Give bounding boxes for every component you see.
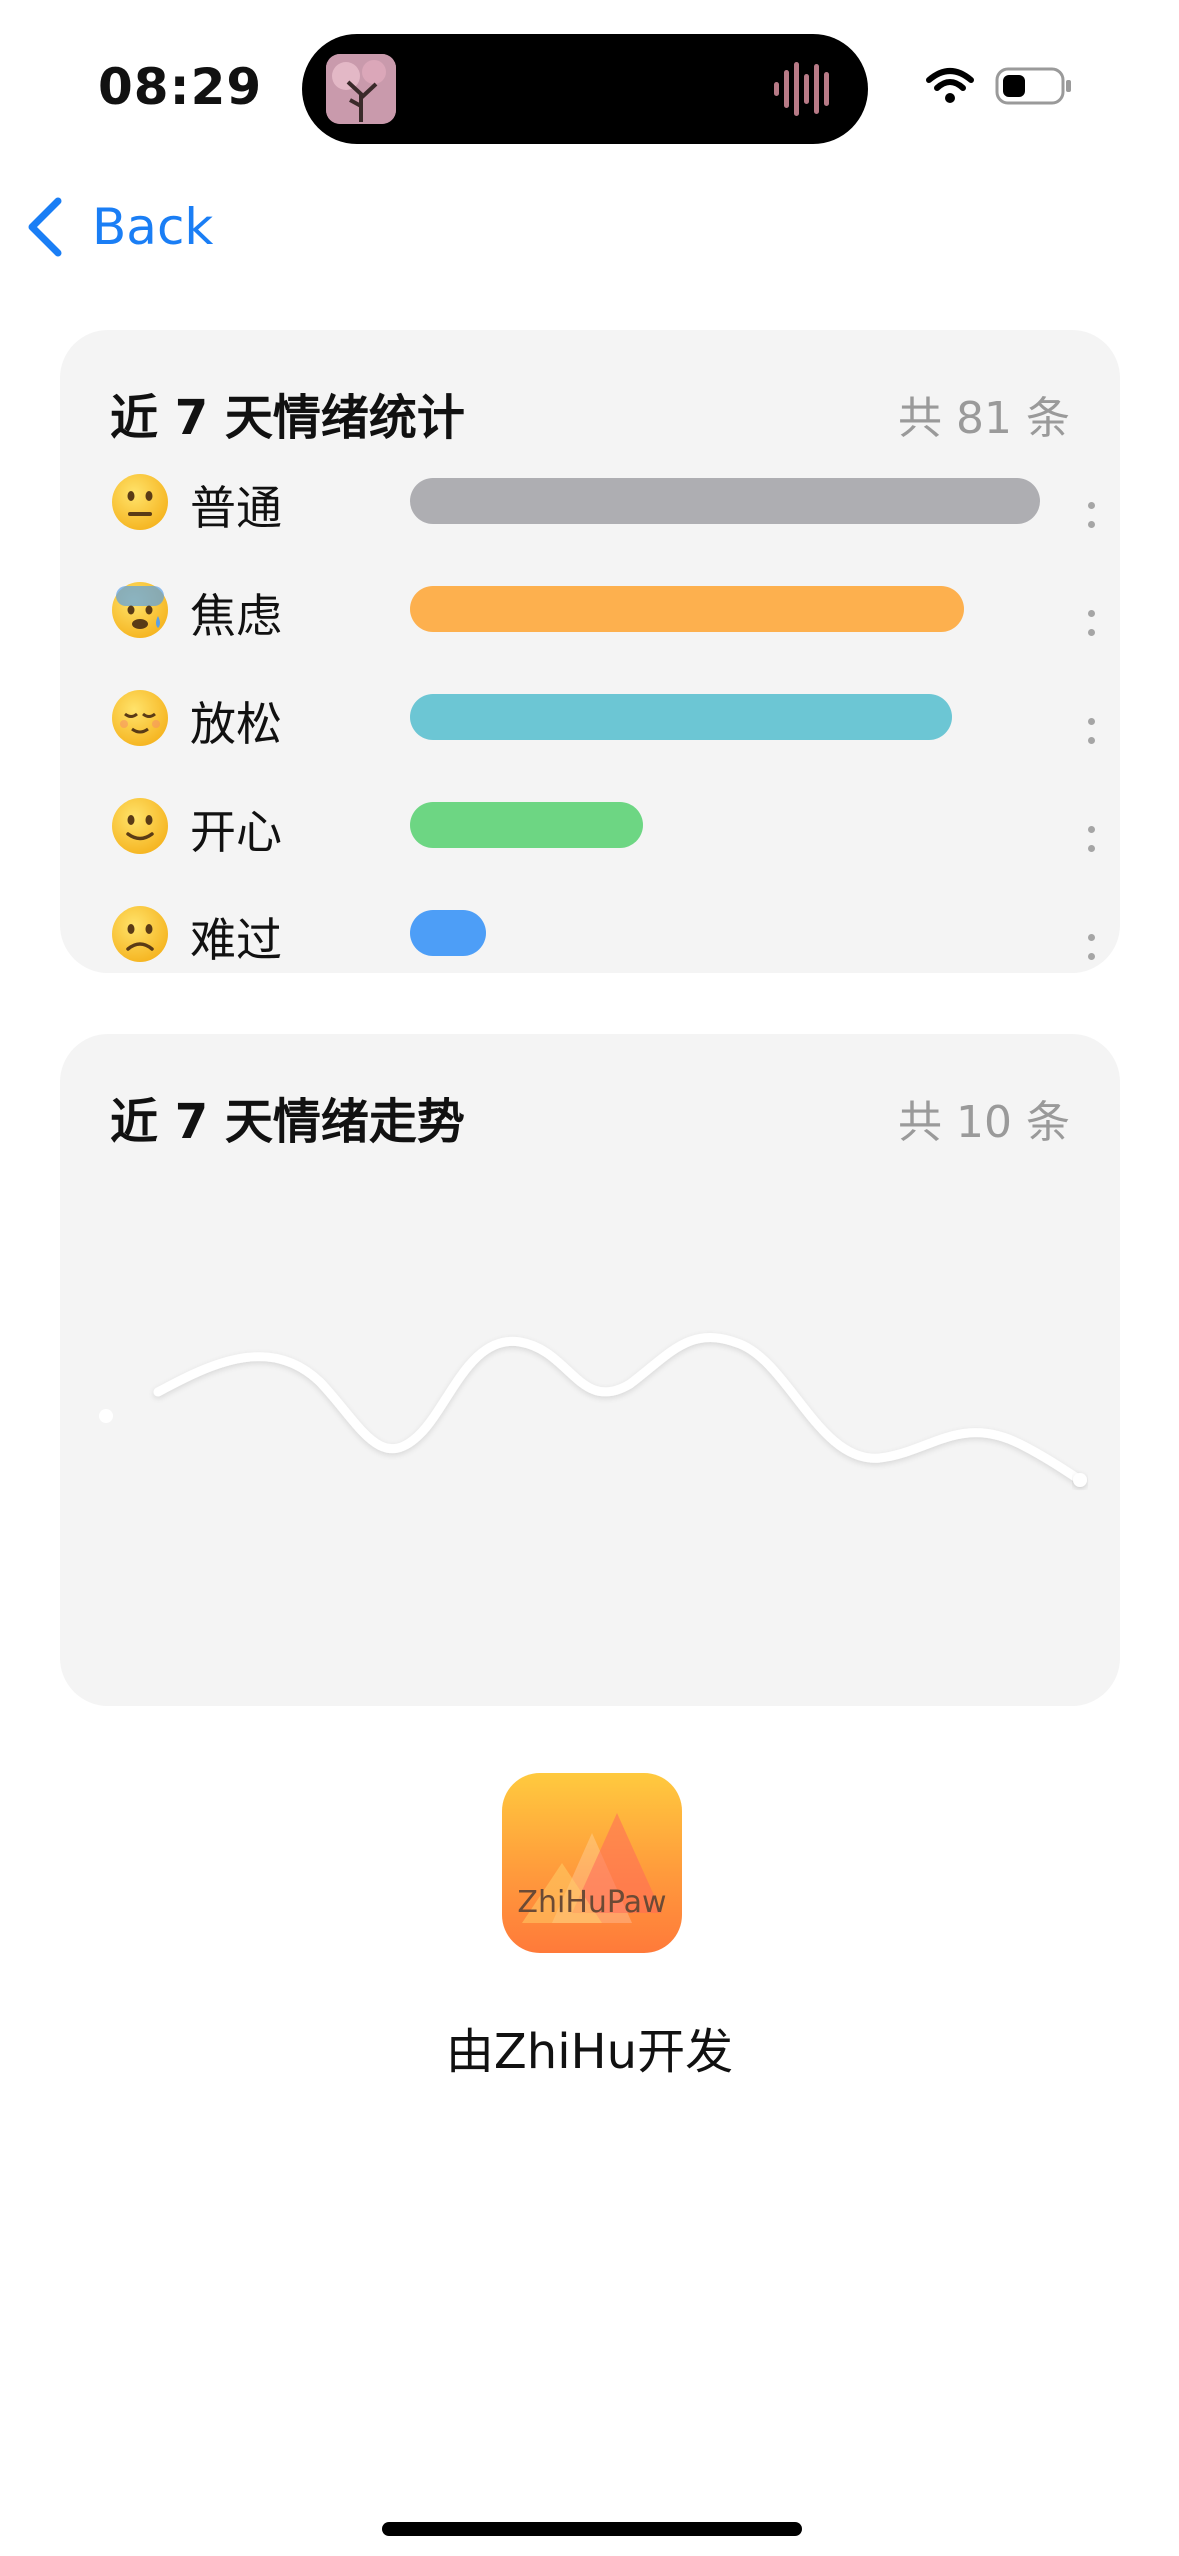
app-icon[interactable]: ZhiHuPaw [502,1773,682,1953]
mood-bar [410,478,1040,524]
mood-bar [410,694,952,740]
app-icon-text: ZhiHuPaw [517,1885,667,1920]
mood-trend-card: 近 7 天情绪走势 共 10 条 [60,1034,1120,1706]
neutral-face-icon [110,472,170,532]
mood-label: 放松 [190,697,282,751]
anxious-face-icon [110,580,170,640]
mood-bar [410,586,964,632]
more-icon[interactable] [1088,494,1118,528]
mood-row[interactable]: 难过 [110,896,1120,973]
mood-label: 普通 [190,481,282,535]
mood-row[interactable]: 放松 [110,680,1120,760]
audio-wave-icon [774,62,829,116]
frowning-face-icon [110,904,170,964]
status-time: 08:29 [98,58,263,116]
trend-point-start [99,1409,113,1423]
trend-point-end [1073,1473,1087,1487]
mood-label: 难过 [190,913,282,967]
mood-bar-track [410,478,1040,524]
mood-bar-track [410,694,1040,740]
back-label: Back [92,198,214,256]
more-icon[interactable] [1088,818,1118,852]
mood-row[interactable]: 焦虑 [110,572,1120,652]
stats-card-title: 近 7 天情绪统计 [110,390,465,446]
chevron-left-icon [28,197,62,257]
dynamic-island[interactable] [302,34,868,144]
mood-bar-track [410,586,1040,632]
mood-label: 焦虑 [190,589,282,643]
relieved-face-icon [110,688,170,748]
mood-bar-track [410,802,1040,848]
home-indicator[interactable] [382,2522,802,2536]
now-playing-artwork [326,54,396,124]
stats-card-count: 共 81 条 [898,393,1070,444]
battery-icon [995,67,1071,105]
mood-label: 开心 [190,805,282,859]
mood-bar [410,802,643,848]
mood-row[interactable]: 普通 [110,464,1120,544]
mood-row[interactable]: 开心 [110,788,1120,868]
mood-bar-track [410,910,1040,956]
more-icon[interactable] [1088,926,1118,960]
more-icon[interactable] [1088,602,1118,636]
mood-stats-card: 近 7 天情绪统计 共 81 条 普通焦虑放松开心难过兴奋 [60,330,1120,973]
developer-credit: 由ZhiHu开发 [445,2024,734,2080]
trend-line [153,1333,1085,1485]
more-icon[interactable] [1088,710,1118,744]
smiling-face-icon [110,796,170,856]
mood-bar [410,910,486,956]
wifi-icon [926,68,974,103]
back-button[interactable]: Back [22,192,213,262]
mood-trend-chart [99,1333,1087,1487]
